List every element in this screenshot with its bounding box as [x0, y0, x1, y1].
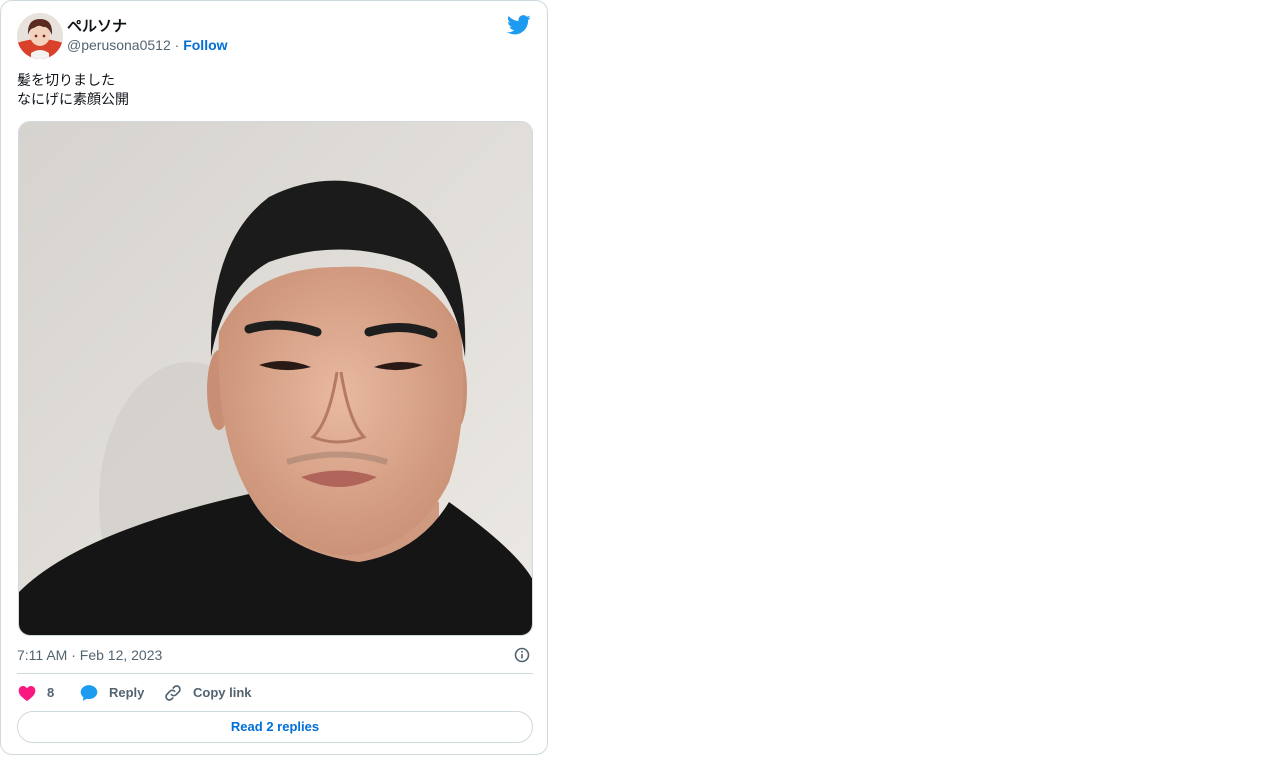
tweet-meta: 7:11 AM · Feb 12, 2023	[17, 646, 533, 666]
follow-button[interactable]: Follow	[183, 37, 227, 53]
info-circle-icon[interactable]	[513, 646, 531, 664]
copy-link-label: Copy link	[193, 685, 252, 700]
heart-icon	[18, 686, 36, 701]
author-info: ペルソナ @perusona0512 · Follow	[67, 17, 228, 54]
like-button[interactable]: 8	[17, 681, 54, 705]
link-icon	[165, 685, 181, 701]
tweet-text-line: 髪を切りました	[17, 72, 115, 88]
timestamp[interactable]: 7:11 AM · Feb 12, 2023	[17, 647, 162, 663]
like-count: 8	[47, 685, 55, 700]
anime-avatar-icon	[17, 13, 63, 59]
twitter-bird-icon[interactable]	[507, 15, 531, 35]
display-name[interactable]: ペルソナ	[67, 17, 228, 36]
separator: ·	[174, 37, 180, 53]
tweet-text: 髪を切りました なにげに素顔公開	[17, 71, 533, 109]
speech-bubble-icon	[80, 685, 98, 701]
portrait-photo	[19, 122, 532, 635]
tweet-actions: 8 Reply Copy link	[17, 681, 533, 705]
reply-button[interactable]: Reply	[79, 681, 144, 705]
tweet-photo[interactable]	[18, 121, 533, 636]
tweet-header: ペルソナ @perusona0512 · Follow	[17, 13, 531, 61]
read-replies-button[interactable]: Read 2 replies	[17, 711, 533, 743]
tweet-text-line: なにげに素顔公開	[17, 91, 129, 107]
handle-line: @perusona0512 · Follow	[67, 36, 228, 54]
reply-label: Reply	[109, 685, 145, 700]
divider	[17, 673, 533, 674]
avatar[interactable]	[17, 13, 63, 59]
author-handle[interactable]: @perusona0512	[67, 37, 171, 53]
copy-link-button[interactable]: Copy link	[163, 681, 252, 705]
tweet-card: ペルソナ @perusona0512 · Follow 髪を切りました なにげに…	[0, 0, 548, 755]
